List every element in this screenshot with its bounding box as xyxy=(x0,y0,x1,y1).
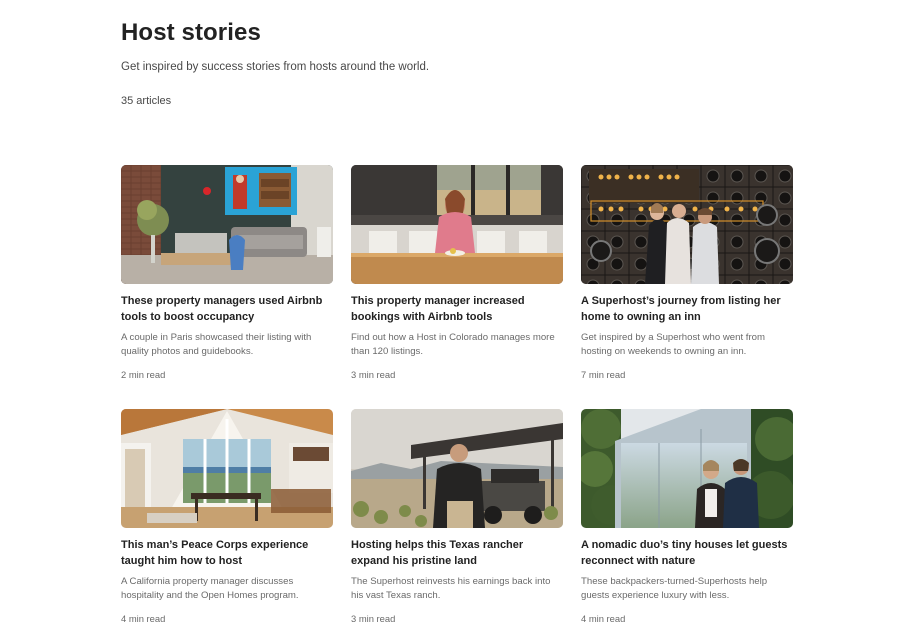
article-description: A couple in Paris showcased their listin… xyxy=(121,332,312,357)
cabin-interior-photo[interactable] xyxy=(121,409,333,528)
article-read-time: 7 min read xyxy=(581,369,626,380)
article-title[interactable]: A Superhost’s journey from listing her h… xyxy=(581,293,793,325)
tiny-house-photo[interactable] xyxy=(581,409,793,528)
article-read-time: 3 min read xyxy=(351,369,396,380)
article-description: The Superhost reinvests his earnings bac… xyxy=(351,576,551,601)
articles-grid: These property managers used Airbnb tool… xyxy=(121,165,793,640)
article-read-time: 2 min read xyxy=(121,369,166,380)
article-description: These backpackers-turned-Superhosts help… xyxy=(581,576,768,601)
article-read-time: 4 min read xyxy=(581,613,626,624)
page-subtitle: Get inspired by success stories from hos… xyxy=(121,61,430,73)
article-title[interactable]: These property managers used Airbnb tool… xyxy=(121,293,333,325)
article-card[interactable]: A Superhost’s journey from listing her h… xyxy=(581,165,793,409)
article-description: Find out how a Host in Colorado manages … xyxy=(351,332,555,357)
article-title[interactable]: This property manager increased bookings… xyxy=(351,293,563,325)
article-card[interactable]: This property manager increased bookings… xyxy=(351,165,563,409)
article-card[interactable]: These property managers used Airbnb tool… xyxy=(121,165,333,409)
living-room-photo[interactable] xyxy=(121,165,333,284)
article-title[interactable]: A nomadic duo’s tiny houses let guests r… xyxy=(581,537,793,569)
article-title[interactable]: Hosting helps this Texas rancher expand … xyxy=(351,537,563,569)
rancher-photo[interactable] xyxy=(351,409,563,528)
kitchen-host-photo[interactable] xyxy=(351,165,563,284)
inn-sign-photo[interactable] xyxy=(581,165,793,284)
page-title: Host stories xyxy=(121,19,261,46)
article-card[interactable]: This man’s Peace Corps experience taught… xyxy=(121,409,333,640)
article-read-time: 3 min read xyxy=(351,613,396,624)
article-description: A California property manager discusses … xyxy=(121,576,299,601)
host-stories-page: Host stories Get inspired by success sto… xyxy=(0,0,898,640)
article-card[interactable]: A nomadic duo’s tiny houses let guests r… xyxy=(581,409,793,640)
article-title[interactable]: This man’s Peace Corps experience taught… xyxy=(121,537,333,569)
article-description: Get inspired by a Superhost who went fro… xyxy=(581,332,765,357)
article-read-time: 4 min read xyxy=(121,613,166,624)
article-card[interactable]: Hosting helps this Texas rancher expand … xyxy=(351,409,563,640)
article-count: 35 articles xyxy=(121,95,172,107)
